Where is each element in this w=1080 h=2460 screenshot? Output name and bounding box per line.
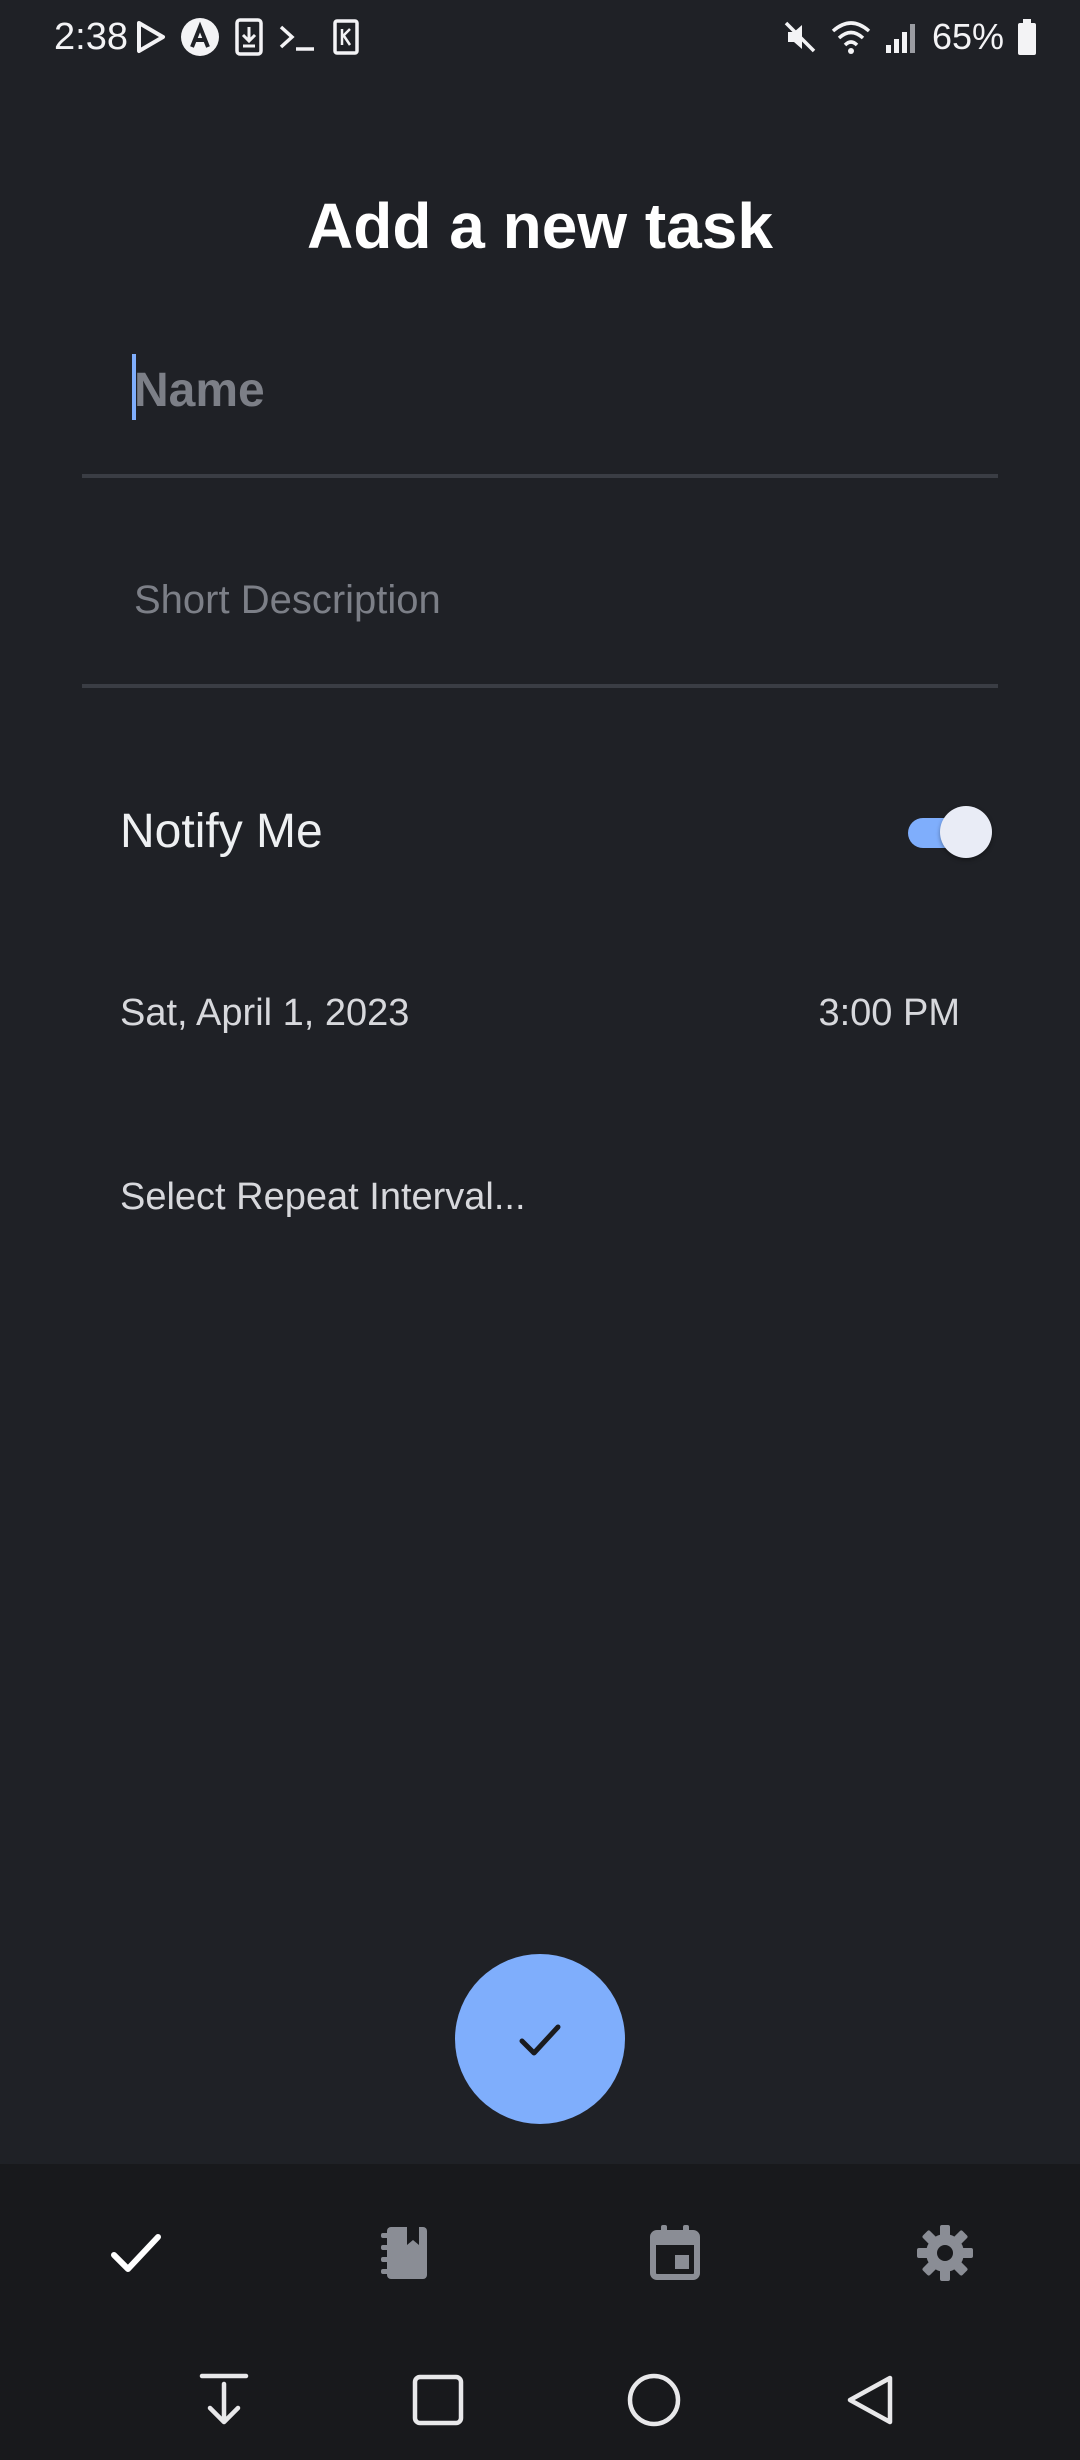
name-input[interactable]: [82, 330, 998, 450]
status-notification-icons: [136, 16, 360, 58]
mute-icon: [784, 21, 816, 53]
battery-percent: 65%: [931, 16, 1004, 57]
notify-toggle[interactable]: [904, 804, 992, 860]
recents-square-icon: [412, 2374, 464, 2426]
status-time: 2:38: [54, 16, 128, 58]
page-title: Add a new task: [307, 190, 773, 262]
terminal-icon: [279, 25, 314, 51]
nav-item-calendar[interactable]: [640, 2218, 710, 2288]
status-system-icons: 65%: [782, 16, 1038, 58]
system-back-button[interactable]: [838, 2368, 902, 2432]
description-field[interactable]: [82, 540, 998, 688]
k-icon: [333, 19, 359, 55]
system-nav-bar: [0, 2336, 1080, 2460]
nav-item-settings[interactable]: [910, 2218, 980, 2288]
bottom-nav: [0, 2164, 1080, 2336]
play-store-icon: [137, 21, 165, 53]
download-arrow-icon: [199, 2373, 249, 2425]
system-home-button[interactable]: [622, 2368, 686, 2432]
description-input[interactable]: [82, 540, 998, 660]
wifi-icon: [831, 21, 871, 54]
calendar-icon: [650, 2225, 700, 2280]
toggle-thumb: [940, 806, 992, 858]
text-cursor: [132, 354, 136, 420]
back-triangle-icon: [847, 2375, 893, 2425]
nav-item-notes[interactable]: [370, 2218, 440, 2288]
save-task-button[interactable]: [455, 1954, 625, 2124]
system-download-button[interactable]: [192, 2368, 256, 2432]
app-a-icon: [181, 18, 219, 56]
repeat-interval-select[interactable]: Select Repeat Interval...: [120, 1172, 526, 1222]
notify-label: Notify Me: [120, 805, 323, 858]
name-field[interactable]: [82, 330, 998, 478]
battery-icon: [1018, 19, 1036, 55]
check-icon: [111, 2234, 161, 2272]
home-circle-icon: [627, 2373, 681, 2427]
download-icon: [235, 18, 263, 56]
signal-icon: [885, 24, 915, 53]
date-picker[interactable]: Sat, April 1, 2023: [120, 988, 409, 1038]
nav-item-tasks[interactable]: [101, 2218, 171, 2288]
gear-icon: [917, 2225, 973, 2281]
notebook-icon: [381, 2227, 427, 2279]
system-recents-button[interactable]: [406, 2368, 470, 2432]
status-bar: 2:38 65%: [0, 0, 1080, 74]
time-picker[interactable]: 3:00 PM: [818, 988, 960, 1038]
check-icon: [519, 2024, 561, 2056]
